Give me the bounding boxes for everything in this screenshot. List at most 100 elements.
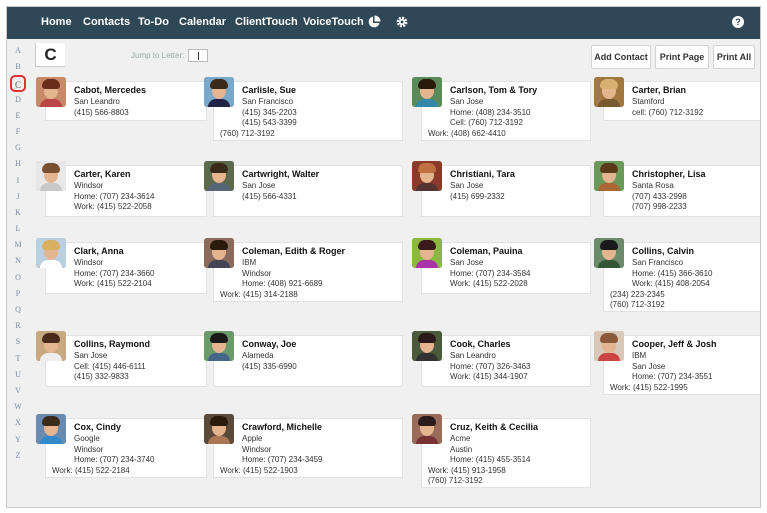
contact-name[interactable]: Coleman, Edith & Roger [242,246,345,256]
contact-card[interactable]: Christopher, Lisa Santa Rosa (707) 433-299… [594,161,760,217]
contact-avatar[interactable] [412,238,442,268]
contact-avatar[interactable] [204,331,234,361]
letter-index-p[interactable]: P [10,286,26,302]
contact-card[interactable]: Carlson, Tom & Tory San Jose Home: (408) 2… [412,77,591,141]
contact-card[interactable]: Cook, Charles San Leandro Home: (707) 326-… [412,331,591,387]
letter-index-b[interactable]: B [10,59,26,75]
nav-todo[interactable]: To-Do [138,16,169,28]
contact-name[interactable]: Christopher, Lisa [632,169,706,179]
help-icon[interactable]: ? [731,15,745,29]
contact-avatar[interactable] [204,77,234,107]
contact-avatar[interactable] [594,331,624,361]
contact-name[interactable]: Cabot, Mercedes [74,85,146,95]
pie-chart-icon[interactable] [367,15,381,29]
contact-name[interactable]: Collins, Calvin [632,246,694,256]
jump-to-letter-input[interactable] [188,49,208,62]
contact-avatar[interactable] [594,238,624,268]
contact-name[interactable]: Cox, Cindy [74,422,121,432]
contact-avatar[interactable] [412,161,442,191]
contact-card[interactable]: Coleman, Edith & Roger IBM Windsor Home: (4… [204,238,403,302]
nav-calendar[interactable]: Calendar [179,16,226,28]
letter-index-f[interactable]: F [10,124,26,140]
contact-card[interactable]: Coleman, Pauina San Jose Home: (707) 234-3… [412,238,591,294]
contact-name[interactable]: Clark, Anna [74,246,124,256]
letter-index-r[interactable]: R [10,318,26,334]
contact-avatar[interactable] [204,414,234,444]
contact-card[interactable]: Cox, Cindy Google Windsor Home: (707) 234-3… [36,414,207,478]
letter-index-a[interactable]: A [10,43,26,59]
contact-detail: (415) 699-2332 [450,191,505,201]
contact-name[interactable]: Cruz, Keith & Cecilia [450,422,538,432]
contact-name[interactable]: Coleman, Pauina [450,246,523,256]
contact-card[interactable]: Carter, Karen Windsor Home: (707) 234-3614… [36,161,207,217]
contact-card[interactable]: Cartwright, Walter San Jose (415) 566-4331 [204,161,403,217]
nav-voicetouch[interactable]: VoiceTouch [303,16,364,28]
contact-name[interactable]: Collins, Raymond [74,339,150,349]
contact-avatar[interactable] [36,77,66,107]
nav-home[interactable]: Home [41,16,72,28]
contact-avatar[interactable] [36,238,66,268]
contact-card[interactable]: Carlisle, Sue San Francisco (415) 345-2203… [204,77,403,141]
contact-avatar[interactable] [204,161,234,191]
letter-index: ABCDEFGHIJKLMNOPQRSTUVWXYZ [10,43,26,464]
contact-card[interactable]: Cruz, Keith & Cecilia Acme Austin Home: (41… [412,414,591,488]
letter-index-x[interactable]: X [10,415,26,431]
letter-index-z[interactable]: Z [10,448,26,464]
contact-card[interactable]: Cooper, Jeff & Josh IBM San Jose Home: (707… [594,331,760,395]
contact-card[interactable]: Conway, Joe Alameda (415) 335-6990 [204,331,403,387]
letter-index-j[interactable]: J [10,189,26,205]
contact-avatar[interactable] [36,414,66,444]
contact-avatar[interactable] [36,331,66,361]
letter-index-s[interactable]: S [10,334,26,350]
nav-contacts[interactable]: Contacts [83,16,130,28]
contact-name[interactable]: Cook, Charles [450,339,511,349]
contact-name[interactable]: Carlson, Tom & Tory [450,85,537,95]
contact-card[interactable]: Crawford, Michelle Apple Windsor Home: (707… [204,414,403,478]
contact-avatar[interactable] [36,161,66,191]
letter-index-u[interactable]: U [10,367,26,383]
letter-index-w[interactable]: W [10,399,26,415]
contact-detail: (234) 223-2345 [610,289,665,299]
letter-index-t[interactable]: T [10,351,26,367]
contact-avatar[interactable] [412,414,442,444]
contact-name[interactable]: Carlisle, Sue [242,85,296,95]
letter-index-v[interactable]: V [10,383,26,399]
contact-name[interactable]: Conway, Joe [242,339,296,349]
contact-card[interactable]: Collins, Raymond San Jose Cell: (415) 446-… [36,331,207,387]
contact-name[interactable]: Crawford, Michelle [242,422,322,432]
contact-card[interactable]: Cabot, Mercedes San Leandro (415) 566-8803 [36,77,207,121]
gear-icon[interactable] [395,15,409,29]
contact-avatar[interactable] [594,77,624,107]
contact-name[interactable]: Christiani, Tara [450,169,515,179]
letter-index-y[interactable]: Y [10,432,26,448]
letter-index-q[interactable]: Q [10,302,26,318]
contact-detail: Austin [450,444,473,454]
contact-card[interactable]: Clark, Anna Windsor Home: (707) 234-3660 Wo… [36,238,207,294]
nav-clienttouch[interactable]: ClientTouch [235,16,298,28]
letter-index-d[interactable]: D [10,92,26,108]
contact-card[interactable]: Carter, Brian Stamford cell: (760) 712-319… [594,77,760,121]
letter-index-o[interactable]: O [10,270,26,286]
letter-index-l[interactable]: L [10,221,26,237]
letter-index-h[interactable]: H [10,156,26,172]
print-all-button[interactable]: Print All [713,45,755,69]
contact-avatar[interactable] [412,331,442,361]
letter-index-e[interactable]: E [10,108,26,124]
letter-index-k[interactable]: K [10,205,26,221]
print-page-button[interactable]: Print Page [655,45,709,69]
contact-name[interactable]: Carter, Brian [632,85,686,95]
letter-index-c[interactable]: C [10,75,26,92]
letter-index-n[interactable]: N [10,253,26,269]
contact-card[interactable]: Christiani, Tara San Jose (415) 699-2332 [412,161,591,217]
contact-name[interactable]: Carter, Karen [74,169,131,179]
contact-name[interactable]: Cartwright, Walter [242,169,319,179]
contact-card[interactable]: Collins, Calvin San Francisco Home: (415) … [594,238,760,312]
contact-avatar[interactable] [594,161,624,191]
add-contact-button[interactable]: Add Contact [591,45,651,69]
letter-index-m[interactable]: M [10,237,26,253]
contact-avatar[interactable] [204,238,234,268]
contact-avatar[interactable] [412,77,442,107]
contact-name[interactable]: Cooper, Jeff & Josh [632,339,717,349]
letter-index-i[interactable]: I [10,173,26,189]
letter-index-g[interactable]: G [10,140,26,156]
